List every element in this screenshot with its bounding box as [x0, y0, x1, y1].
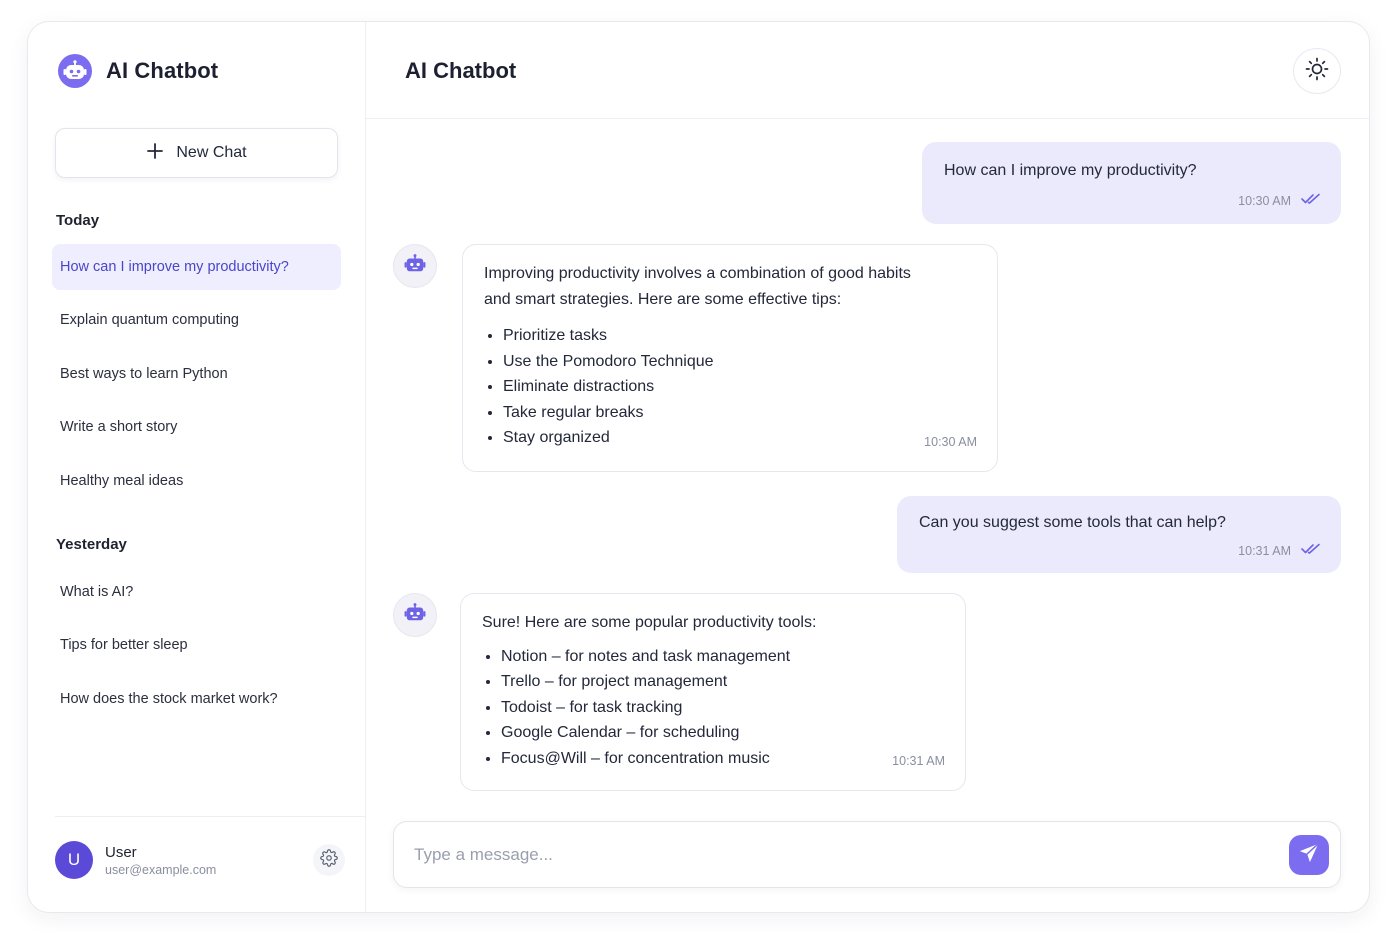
- robot-icon: [58, 54, 92, 88]
- list-item: Take regular breaks: [503, 400, 977, 426]
- list-item: Google Calendar – for scheduling: [501, 720, 945, 746]
- double-check-icon: [1301, 543, 1321, 558]
- plus-icon: [146, 142, 164, 164]
- chat-header: AI Chatbot: [366, 22, 1369, 119]
- list-item: Focus@Will – for concentration music: [501, 746, 945, 772]
- list-item: Todoist – for task tracking: [501, 695, 945, 721]
- message-text-line: Sure! Here are some popular productivity…: [482, 614, 817, 631]
- list-item: Trello – for project management: [501, 669, 945, 695]
- sun-icon: [1305, 57, 1329, 86]
- bot-message: Sure! Here are some popular productivity…: [460, 593, 966, 791]
- user-email: user@example.com: [105, 862, 217, 877]
- chat-app-window: AI Chatbot New Chat Today How can I impr…: [27, 21, 1370, 913]
- user-name: User: [105, 843, 137, 861]
- history-item-label: Tips for better sleep: [60, 637, 188, 653]
- page-title: AI Chatbot: [405, 58, 517, 83]
- history-item-python[interactable]: Best ways to learn Python: [52, 351, 341, 397]
- user-info: User user@example.com: [105, 844, 216, 877]
- paper-plane-icon: [1298, 842, 1320, 869]
- list-item: Notion – for notes and task management: [501, 644, 945, 670]
- history-item-quantum[interactable]: Explain quantum computing: [52, 297, 341, 343]
- bot-avatar: [393, 593, 437, 637]
- message-meta: 10:31 AM: [919, 543, 1321, 558]
- settings-button[interactable]: [313, 844, 345, 876]
- message-time: 10:31 AM: [892, 753, 945, 768]
- robot-icon: [404, 253, 426, 279]
- history-item-productivity[interactable]: How can I improve my productivity?: [52, 244, 341, 290]
- history-item-label: How does the stock market work?: [60, 691, 278, 707]
- history-item-sleep[interactable]: Tips for better sleep: [52, 622, 341, 668]
- message-text-line: Improving productivity involves a combin…: [484, 265, 911, 282]
- user-message: Can you suggest some tools that can help…: [897, 496, 1341, 573]
- gear-icon: [320, 848, 338, 872]
- history-item-label: How can I improve my productivity?: [60, 259, 289, 275]
- theme-toggle-button[interactable]: [1293, 48, 1341, 94]
- sidebar: AI Chatbot New Chat Today How can I impr…: [28, 22, 366, 912]
- message-meta: 10:30 AM: [944, 193, 1321, 208]
- user-profile: U User user@example.com: [55, 840, 345, 880]
- list-item: Stay organized: [503, 425, 977, 451]
- avatar[interactable]: U: [55, 841, 93, 879]
- message-composer: [393, 821, 1341, 888]
- message-time: 10:31 AM: [1238, 543, 1291, 558]
- history-item-label: Best ways to learn Python: [60, 366, 228, 382]
- history-item-ai[interactable]: What is AI?: [52, 569, 341, 615]
- history-item-stock[interactable]: How does the stock market work?: [52, 676, 341, 722]
- today-section-label: Today: [56, 212, 100, 229]
- robot-icon: [404, 602, 426, 628]
- history-item-label: What is AI?: [60, 584, 134, 600]
- history-item-label: Write a short story: [60, 419, 178, 435]
- send-button[interactable]: [1289, 835, 1329, 875]
- message-time: 10:30 AM: [1238, 193, 1291, 208]
- user-message: How can I improve my productivity? 10:30…: [922, 142, 1341, 224]
- bot-message: Improving productivity involves a combin…: [462, 244, 998, 472]
- list-item: Use the Pomodoro Technique: [503, 349, 977, 375]
- brand: AI Chatbot: [58, 54, 218, 88]
- chat-main: AI Chatbot How can I improve my producti…: [366, 22, 1369, 912]
- tools-list: Notion – for notes and task management T…: [501, 644, 945, 772]
- message-text: How can I improve my productivity?: [944, 162, 1197, 179]
- message-text: Can you suggest some tools that can help…: [919, 514, 1226, 531]
- history-item-meal[interactable]: Healthy meal ideas: [52, 458, 341, 504]
- bot-avatar: [393, 244, 437, 288]
- new-chat-label: New Chat: [176, 144, 247, 161]
- list-item: Prioritize tasks: [503, 323, 977, 349]
- message-time: 10:30 AM: [924, 434, 977, 449]
- list-item: Eliminate distractions: [503, 374, 977, 400]
- message-input[interactable]: [414, 822, 1274, 887]
- double-check-icon: [1301, 193, 1321, 208]
- message-text-line: and smart strategies. Here are some effe…: [484, 290, 842, 308]
- yesterday-section-label: Yesterday: [56, 536, 127, 553]
- history-item-story[interactable]: Write a short story: [52, 404, 341, 450]
- history-item-label: Explain quantum computing: [60, 312, 239, 328]
- sidebar-divider: [55, 816, 365, 817]
- tips-list: Prioritize tasks Use the Pomodoro Techni…: [503, 323, 977, 451]
- new-chat-button[interactable]: New Chat: [55, 128, 338, 178]
- history-item-label: Healthy meal ideas: [60, 473, 184, 489]
- brand-title: AI Chatbot: [106, 58, 219, 83]
